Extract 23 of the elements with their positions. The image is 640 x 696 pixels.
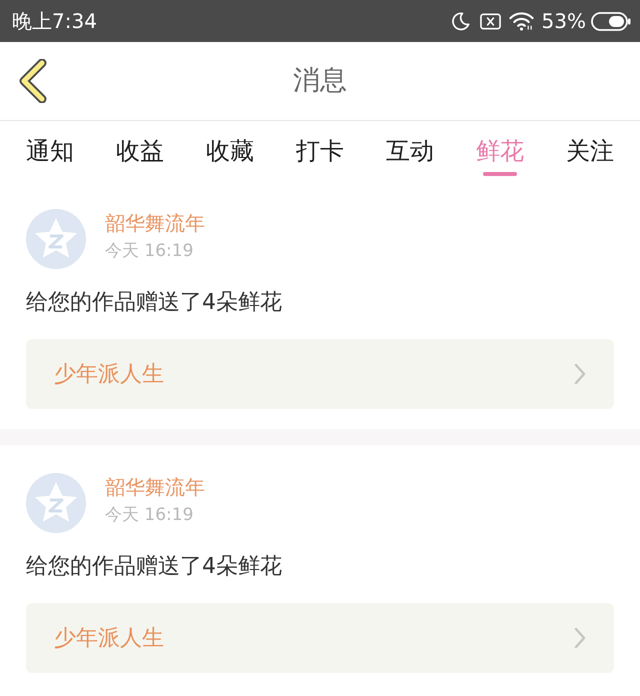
wifi-icon [508,11,534,31]
tab[interactable]: 收藏 [206,121,254,181]
avatar-icon [26,473,86,533]
battery-icon [591,12,631,30]
tab[interactable]: 通知 [26,121,74,181]
tab[interactable]: 关注 [566,121,614,181]
status-time: 晚上7:34 [12,9,97,33]
tab[interactable]: 打卡 [296,121,344,181]
chevron-right-icon [574,363,586,385]
page-title: 消息 [293,64,347,98]
message-time: 今天 16:19 [105,240,194,262]
sim-card-icon [480,12,501,30]
moon-icon [450,12,470,30]
back-icon [18,59,48,103]
message-text: 给您的作品赠送了4朵鲜花 [26,553,283,581]
chevron-right-icon [574,627,586,649]
message-text: 给您的作品赠送了4朵鲜花 [26,289,283,317]
back-button[interactable] [18,59,48,103]
tab[interactable]: 互动 [386,121,434,181]
tab[interactable]: 收益 [116,121,164,181]
battery-percent: 53% [542,9,586,33]
message-time: 今天 16:19 [105,504,194,526]
avatar-icon [26,209,86,269]
